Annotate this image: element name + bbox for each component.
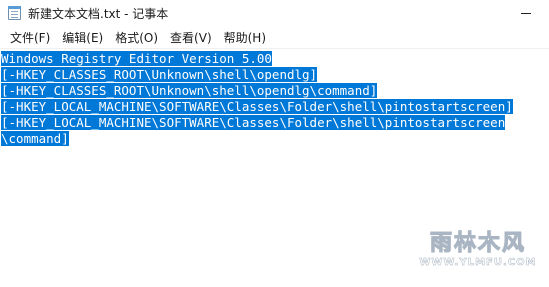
text-line: [-HKEY_LOCAL_MACHINE\SOFTWARE\Classes\Fo… [1,99,513,115]
notepad-icon [8,6,21,20]
title-bar: 新建文本文档.txt - 记事本 [0,0,549,26]
text-line: Windows Registry Editor Version 5.00 [1,51,513,67]
minimize-button[interactable] [503,0,549,26]
menu-edit[interactable]: 编辑(E) [56,26,109,49]
text-line: [-HKEY_LOCAL_MACHINE\SOFTWARE\Classes\Fo… [1,115,513,131]
watermark-logo: 雨林木风 WWW.YLMFU.COM [413,225,543,275]
text-editor[interactable]: Windows Registry Editor Version 5.00 [-H… [0,48,549,287]
menu-bar: 文件(F) 编辑(E) 格式(O) 查看(V) 帮助(H) [0,26,549,48]
selected-text: [-HKEY_LOCAL_MACHINE\SOFTWARE\Classes\Fo… [1,115,506,130]
selected-text: Windows Registry Editor Version 5.00 [1,51,272,66]
selected-text: \command] [1,131,69,146]
watermark-url: WWW.YLMFU.COM [419,257,537,269]
text-line: [-HKEY_CLASSES_ROOT\Unknown\shell\opendl… [1,83,513,99]
menu-format[interactable]: 格式(O) [109,26,164,49]
selected-text: [-HKEY_CLASSES_ROOT\Unknown\shell\opendl… [1,83,378,98]
menu-file[interactable]: 文件(F) [4,26,56,49]
selected-text: [-HKEY_CLASSES_ROOT\Unknown\shell\opendl… [1,67,318,82]
selected-text: [-HKEY_LOCAL_MACHINE\SOFTWARE\Classes\Fo… [1,99,513,114]
menu-help[interactable]: 帮助(H) [218,26,272,49]
editor-content[interactable]: Windows Registry Editor Version 5.00 [-H… [1,51,513,147]
window-title: 新建文本文档.txt - 记事本 [28,7,169,21]
text-line: \command] [1,131,513,147]
watermark-logo-text: 雨林木风 [429,231,526,257]
menu-view[interactable]: 查看(V) [164,26,218,49]
text-line: [-HKEY_CLASSES_ROOT\Unknown\shell\opendl… [1,67,513,83]
